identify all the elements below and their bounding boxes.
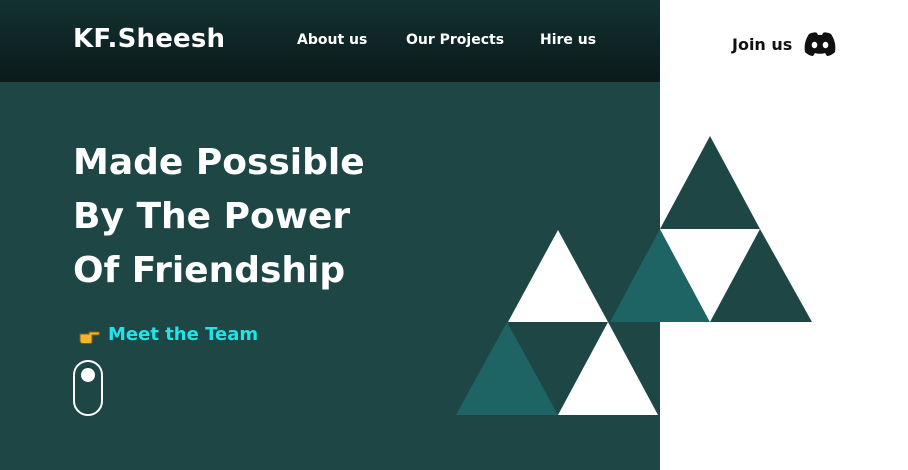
triangle-artwork	[456, 136, 812, 415]
triangle-top	[660, 136, 760, 229]
triangle-mid-left-white	[508, 230, 608, 322]
